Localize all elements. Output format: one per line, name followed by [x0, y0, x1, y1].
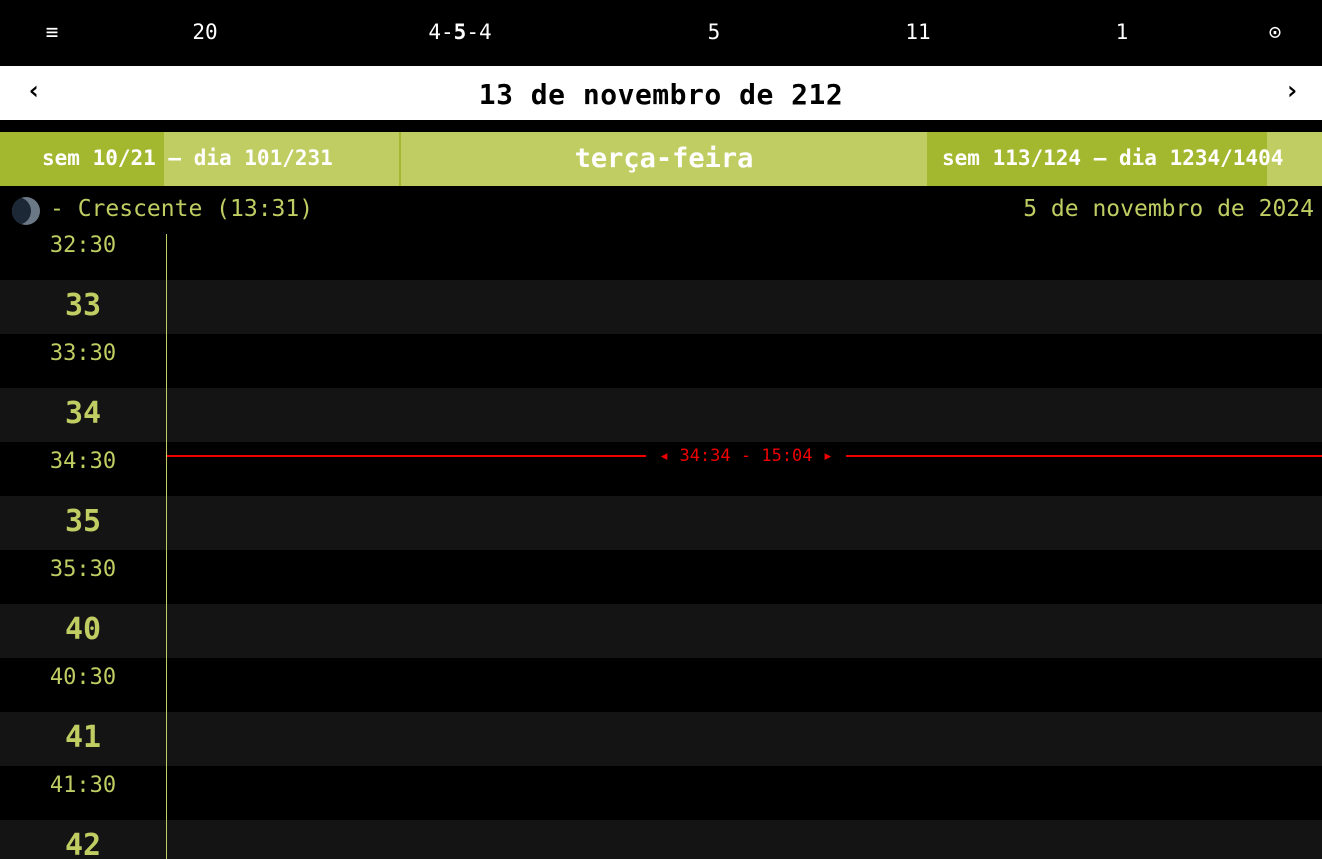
time-slot-row[interactable]: 33 — [0, 280, 1322, 334]
time-slot-label: 41 — [64, 720, 102, 755]
time-slot-row[interactable]: 35 — [0, 496, 1322, 550]
time-slot-label: 35 — [64, 504, 102, 539]
time-slot-label: 34:30 — [49, 449, 117, 474]
time-slot-label: 33 — [64, 288, 102, 323]
menu-icon[interactable]: ≡ — [46, 20, 59, 44]
toolbar-item-1[interactable]: 20 — [192, 20, 217, 44]
time-slot-row[interactable]: 40 — [0, 604, 1322, 658]
time-slot-row[interactable]: 35:30 — [0, 550, 1322, 604]
time-slot-label: 40:30 — [49, 665, 117, 690]
target-icon[interactable]: ⊙ — [1269, 20, 1282, 44]
time-slot-label: 32:30 — [49, 234, 117, 258]
current-time-label: ◂ 34:34 - 15:04 ▸ — [646, 445, 846, 467]
time-slot-label: 34 — [64, 396, 102, 431]
time-slot-row[interactable]: 42 — [0, 820, 1322, 859]
date-navigation: ‹ 13 de novembro de 212 › — [0, 66, 1322, 120]
gregorian-date: 5 de novembro de 2024 — [1023, 196, 1314, 222]
toolbar-item-5[interactable]: 1 — [1116, 20, 1129, 44]
time-slot-label: 35:30 — [49, 557, 117, 582]
week-info-bar: sem 10/21 — dia 101/231 terça-feira sem … — [0, 132, 1322, 186]
toolbar-item-2[interactable]: 4-5-4 — [428, 20, 491, 44]
page-title: 13 de novembro de 212 — [478, 78, 844, 111]
week-day-count-left: sem 10/21 — dia 101/231 — [42, 146, 333, 170]
time-slot-label: 42 — [64, 828, 102, 859]
week-day-count-right: sem 113/124 — dia 1234/1404 — [942, 146, 1284, 170]
time-slot-row[interactable]: 41 — [0, 712, 1322, 766]
time-slot-row[interactable]: 40:30 — [0, 658, 1322, 712]
time-slot-label: 33:30 — [49, 341, 117, 366]
moon-phase-label: - Crescente (13:31) — [50, 196, 314, 222]
weekday-label: terça-feira — [574, 143, 754, 174]
time-slot-row[interactable]: 41:30 — [0, 766, 1322, 820]
time-slot-row[interactable]: 33:30 — [0, 334, 1322, 388]
toolbar-item-4[interactable]: 11 — [905, 20, 930, 44]
time-slot-row[interactable]: 34 — [0, 388, 1322, 442]
next-day-button[interactable]: › — [1277, 76, 1307, 106]
top-toolbar: ≡ 20 4-5-4 5 11 1 ⊙ — [0, 0, 1322, 64]
day-timeline[interactable]: 32:30 33 33:30 34 34:30 35 35:30 40 40:30 41 41:30… — [0, 234, 1322, 859]
toolbar-item-3[interactable]: 5 — [708, 20, 721, 44]
moon-phase-icon — [12, 197, 40, 225]
moon-info-row: - Crescente (13:31) 5 de novembro de 202… — [0, 186, 1322, 234]
time-column-divider — [166, 234, 167, 859]
time-slot-label: 40 — [64, 612, 102, 647]
time-slot-label: 41:30 — [49, 773, 117, 798]
time-slot-row[interactable]: 32:30 — [0, 234, 1322, 280]
